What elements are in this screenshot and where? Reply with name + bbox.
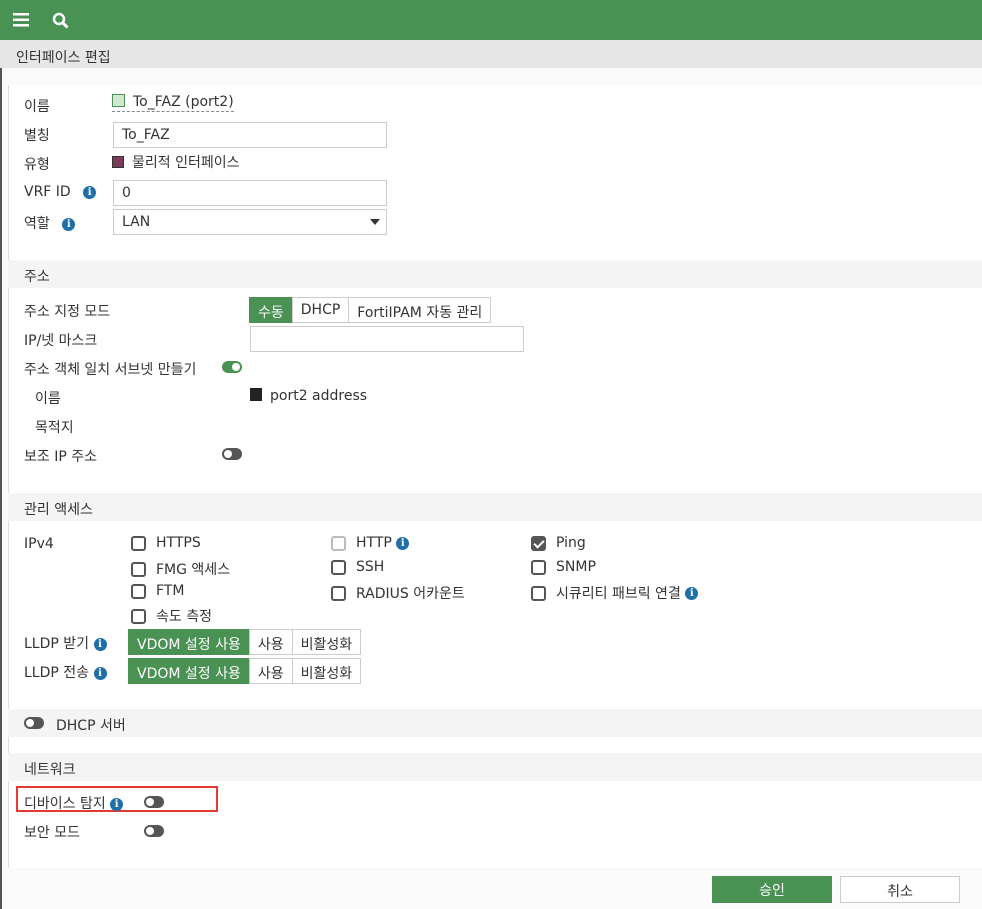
create-subnet-label: 주소 객체 일치 서브넷 만들기 xyxy=(24,362,197,378)
security-mode-toggle[interactable] xyxy=(144,825,164,837)
security-mode-label: 보안 모드 xyxy=(24,825,80,841)
name-label: 이름 xyxy=(24,99,50,115)
info-icon[interactable]: i xyxy=(110,797,124,811)
checkbox-label: HTTP xyxy=(356,535,392,551)
role-value: LAN xyxy=(122,214,151,230)
left-border xyxy=(0,40,2,909)
interface-name[interactable]: To_FAZ (port2) xyxy=(112,94,234,112)
object-name-text: port2 address xyxy=(270,388,368,404)
info-icon[interactable]: i xyxy=(93,666,107,680)
type-value-text: 물리적 인터페이스 xyxy=(132,155,240,171)
secondary-ip-toggle[interactable] xyxy=(222,448,242,460)
mode-dhcp[interactable]: DHCP xyxy=(291,297,350,323)
checkbox-label: Ping xyxy=(556,535,586,551)
dhcp-server-toggle[interactable] xyxy=(24,717,44,729)
search-icon[interactable] xyxy=(52,12,69,29)
lldp-receive-label: LLDP 받기 i xyxy=(24,633,107,653)
checkbox-label: FMG 액세스 xyxy=(156,562,231,578)
info-icon[interactable]: i xyxy=(685,586,699,600)
checkbox-ssh[interactable]: SSH xyxy=(331,559,384,575)
checkbox-ftm[interactable]: FTM xyxy=(131,583,184,599)
destination-label: 목적지 xyxy=(35,420,74,436)
port-icon xyxy=(112,94,125,107)
checkbox-label: SNMP xyxy=(556,559,596,575)
lldp-tx-enable[interactable]: 사용 xyxy=(248,658,293,684)
caret-down-icon xyxy=(370,219,380,230)
address-object-icon xyxy=(250,388,262,401)
checkbox-https[interactable]: HTTPS xyxy=(131,535,201,551)
checkbox-label: FTM xyxy=(156,583,185,599)
checkbox-radius-accounting[interactable]: RADIUS 어카운트 xyxy=(331,583,465,603)
type-label: 유형 xyxy=(24,157,50,173)
address-mode-selector: 수동 DHCP FortiIPAM 자동 관리 xyxy=(249,297,492,323)
role-select[interactable]: LAN xyxy=(113,209,387,235)
vrf-label: VRF ID i xyxy=(24,184,97,200)
alias-input[interactable]: To_FAZ xyxy=(113,122,387,148)
interface-name-text: To_FAZ (port2) xyxy=(133,94,234,110)
cancel-button[interactable]: 취소 xyxy=(840,876,960,903)
mode-fortiipam[interactable]: FortiIPAM 자동 관리 xyxy=(348,297,492,323)
checkbox-label: HTTPS xyxy=(156,535,201,551)
checkbox-label: SSH xyxy=(356,559,385,575)
object-name-value: port2 address xyxy=(250,388,367,404)
lldp-tx-vdom[interactable]: VDOM 설정 사용 xyxy=(128,658,250,684)
lldp-tx-disable[interactable]: 비활성화 xyxy=(291,658,362,684)
create-subnet-toggle[interactable] xyxy=(222,361,242,373)
device-detection-toggle[interactable] xyxy=(144,796,164,808)
secondary-ip-label: 보조 IP 주소 xyxy=(24,449,97,465)
checkbox-http: HTTP i xyxy=(331,535,410,551)
section-dhcp-server: DHCP 서버 xyxy=(8,709,982,737)
object-name-label: 이름 xyxy=(35,391,61,407)
section-admin-access: 관리 액세스 xyxy=(8,493,982,521)
info-icon[interactable]: i xyxy=(396,536,410,550)
ipv4-label: IPv4 xyxy=(24,536,54,552)
alias-label: 별칭 xyxy=(24,128,50,144)
ok-button[interactable]: 승인 xyxy=(712,876,832,903)
checkbox-snmp[interactable]: SNMP xyxy=(531,559,596,575)
lldp-transmit-label: LLDP 전송 i xyxy=(24,662,107,682)
physical-port-icon xyxy=(112,156,124,168)
role-label-text: 역할 xyxy=(24,216,50,232)
ip-mask-input[interactable] xyxy=(250,326,524,352)
type-value: 물리적 인터페이스 xyxy=(112,152,240,172)
lldp-rx-enable[interactable]: 사용 xyxy=(248,629,293,655)
info-icon[interactable]: i xyxy=(62,217,76,231)
lldp-transmit-selector: VDOM 설정 사용 사용 비활성화 xyxy=(128,658,362,684)
vrf-id-input[interactable]: 0 xyxy=(113,180,387,206)
menu-icon[interactable] xyxy=(13,13,29,27)
checkbox-fmg-access[interactable]: FMG 액세스 xyxy=(131,559,230,579)
section-network: 네트워크 xyxy=(8,753,982,781)
page-title: 인터페이스 편집 xyxy=(0,40,982,68)
info-icon[interactable]: i xyxy=(93,637,107,651)
lldp-receive-selector: VDOM 설정 사용 사용 비활성화 xyxy=(128,629,362,655)
checkbox-security-fabric[interactable]: 시큐리티 패브릭 연결 i xyxy=(531,583,699,603)
checkbox-label: 시큐리티 패브릭 연결 xyxy=(556,586,681,602)
lldp-receive-text: LLDP 받기 xyxy=(24,636,90,652)
ip-mask-label: IP/넷 마스크 xyxy=(24,333,98,349)
info-icon[interactable]: i xyxy=(83,185,97,199)
checkbox-speed-test[interactable]: 속도 측정 xyxy=(131,606,212,626)
lldp-rx-vdom[interactable]: VDOM 설정 사용 xyxy=(128,629,250,655)
role-label: 역할 i xyxy=(24,213,76,233)
lldp-transmit-text: LLDP 전송 xyxy=(24,665,90,681)
section-address: 주소 xyxy=(8,260,982,288)
checkbox-label: 속도 측정 xyxy=(156,609,212,625)
lldp-rx-disable[interactable]: 비활성화 xyxy=(291,629,362,655)
mode-manual[interactable]: 수동 xyxy=(249,297,293,323)
top-bar xyxy=(0,0,982,40)
address-mode-label: 주소 지정 모드 xyxy=(24,304,111,320)
vrf-label-text: VRF ID xyxy=(24,184,71,200)
checkbox-ping[interactable]: Ping xyxy=(531,535,586,551)
device-detection-label: 디바이스 탐지 i xyxy=(24,793,124,813)
device-detection-text: 디바이스 탐지 xyxy=(24,796,106,812)
checkbox-label: RADIUS 어카운트 xyxy=(356,586,465,602)
